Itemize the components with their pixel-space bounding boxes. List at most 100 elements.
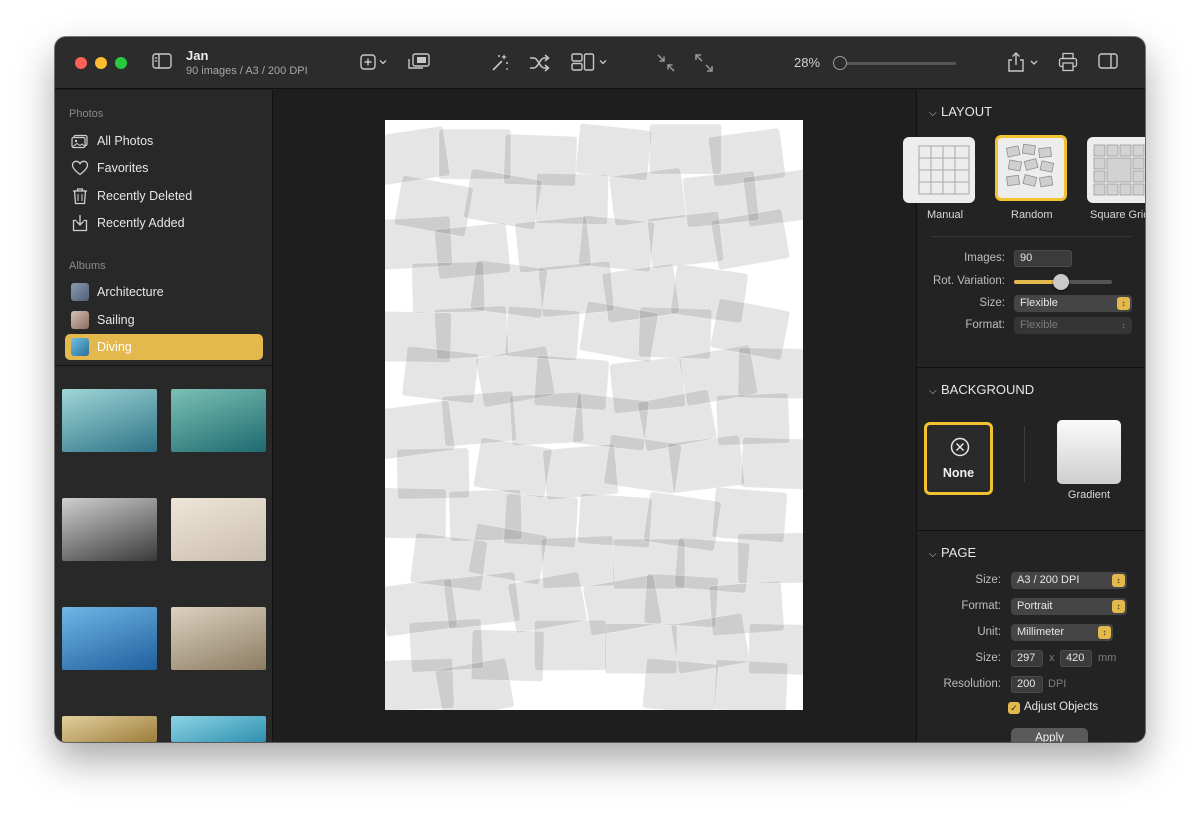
sidebar-item-recently-added[interactable]: Recently Added [65, 210, 263, 236]
collage-tile[interactable] [385, 487, 447, 539]
sidebar-item-diving[interactable]: Diving [65, 334, 263, 360]
collage-tile[interactable] [534, 620, 607, 671]
section-divider [917, 530, 1145, 531]
album-thumbnail-icon [71, 338, 89, 356]
page-heading: PAGE [941, 545, 977, 560]
collage-tile[interactable] [638, 306, 712, 360]
photo-thumbnail[interactable] [171, 498, 266, 561]
collage-tile[interactable] [473, 437, 552, 498]
collage-artwork[interactable] [385, 120, 803, 710]
expand-icon[interactable] [694, 53, 714, 73]
sidebar-item-label: Architecture [97, 285, 164, 299]
size-popup[interactable]: Flexible ↕ [1014, 295, 1132, 312]
photos-section-heading: Photos [69, 108, 104, 120]
photo-thumbnail[interactable] [62, 607, 157, 670]
popup-arrows-icon: ↕ [1112, 600, 1125, 613]
format-popup-value: Flexible [1020, 319, 1058, 331]
sidebar-item-favorites[interactable]: Favorites [65, 155, 263, 181]
adjust-objects-label: Adjust Objects [1024, 701, 1099, 713]
arrange-layout-icon[interactable] [571, 53, 609, 71]
shrink-icon[interactable] [656, 53, 676, 73]
collage-tile[interactable] [575, 123, 652, 181]
background-gradient-option[interactable] [1057, 420, 1121, 484]
apply-button[interactable]: Apply [1011, 728, 1088, 742]
chevron-down-icon: ⌵ [929, 549, 937, 560]
sidebar-item-architecture[interactable]: Architecture [65, 279, 263, 305]
unit-value: Millimeter [1017, 626, 1065, 638]
inspector-toggle-icon[interactable] [1098, 53, 1118, 69]
popup-arrows-icon: ↕ [1121, 321, 1126, 330]
page-format-value: Portrait [1017, 600, 1053, 612]
sidebar-item-label: Recently Added [97, 216, 185, 230]
rotation-variation-label: Rot. Variation: [932, 275, 1005, 287]
background-heading: BACKGROUND [941, 382, 1035, 397]
zoom-window-button[interactable] [115, 57, 127, 69]
images-label: Images: [964, 252, 1005, 264]
random-layout-icon [1005, 143, 1055, 188]
page-section-header[interactable]: ⌵ PAGE [929, 545, 976, 560]
zoom-slider-knob[interactable] [832, 56, 847, 70]
share-icon[interactable] [1007, 52, 1039, 72]
photo-thumbnail[interactable] [62, 498, 157, 561]
adjust-objects-checkbox[interactable]: ✓ [1008, 702, 1020, 714]
collage-tile[interactable] [737, 347, 803, 399]
heart-icon [71, 159, 89, 177]
collage-tile[interactable] [741, 437, 803, 490]
minimize-window-button[interactable] [95, 57, 107, 69]
magic-wand-icon[interactable] [490, 53, 510, 73]
photo-thumbnail[interactable] [62, 716, 157, 742]
layout-divider [931, 236, 1131, 237]
layout-option-random[interactable] [995, 135, 1067, 201]
zoom-percentage: 28% [794, 55, 821, 70]
photo-thumbnail[interactable] [171, 607, 266, 670]
page-size-popup[interactable]: A3 / 200 DPI ↕ [1011, 572, 1127, 589]
format-popup[interactable]: Flexible ↕ [1014, 317, 1132, 334]
sidebar-item-sailing[interactable]: Sailing [65, 307, 263, 333]
sidebar-item-label: Recently Deleted [97, 189, 193, 203]
photo-thumbnail[interactable] [171, 389, 266, 452]
photo-thumbnail[interactable] [171, 716, 266, 742]
print-icon[interactable] [1058, 52, 1078, 72]
images-count-field[interactable]: 90 [1014, 250, 1072, 267]
sidebar-item-recently-deleted[interactable]: Recently Deleted [65, 183, 263, 209]
sidebar-item-label: All Photos [97, 134, 154, 148]
canvas-area[interactable] [274, 90, 916, 742]
layout-option-label: Square Grid [1090, 209, 1145, 221]
page-dimensions-label: Size: [975, 652, 1001, 664]
sidebar-item-all-photos[interactable]: All Photos [65, 128, 263, 154]
rotation-slider-knob[interactable] [1053, 274, 1070, 290]
collage-page[interactable] [385, 120, 803, 710]
add-menu-button[interactable] [360, 54, 388, 70]
unit-label: Unit: [977, 626, 1001, 638]
collage-tile[interactable] [642, 658, 719, 710]
sidebar-toggle-icon[interactable] [152, 53, 172, 69]
albums-section-heading: Albums [69, 260, 106, 272]
collage-tile[interactable] [647, 211, 724, 269]
resolution-field[interactable]: 200 [1011, 676, 1043, 693]
layout-option-manual[interactable] [903, 137, 975, 203]
photo-thumbnail[interactable] [62, 389, 157, 452]
background-section-header[interactable]: ⌵ BACKGROUND [929, 382, 1034, 397]
unit-popup[interactable]: Millimeter ↕ [1011, 624, 1113, 641]
page-size-label: Size: [975, 574, 1001, 586]
zoom-slider-track[interactable] [836, 62, 956, 65]
background-none-label: None [942, 466, 975, 480]
page-height-field[interactable]: 420 [1060, 650, 1092, 667]
layout-option-square-grid[interactable] [1087, 137, 1145, 203]
popup-arrows-icon: ↕ [1117, 297, 1130, 310]
collage-tile[interactable] [713, 659, 788, 710]
close-window-button[interactable] [75, 57, 87, 69]
layout-section-header[interactable]: ⌵ LAYOUT [929, 104, 992, 119]
app-window: Jan 90 images / A3 / 200 DPI 28% Photos … [55, 37, 1145, 742]
resolution-label: Resolution: [943, 678, 1001, 690]
background-none-option[interactable]: None [924, 422, 993, 495]
page-format-popup[interactable]: Portrait ↕ [1011, 598, 1127, 615]
slideshow-icon[interactable] [407, 53, 431, 71]
shuffle-icon[interactable] [529, 54, 551, 72]
layout-option-label: Random [1011, 209, 1053, 221]
page-width-field[interactable]: 297 [1011, 650, 1043, 667]
inspector-panel: ⌵ LAYOUT Manual Random Square Grid Images… [903, 90, 1145, 742]
sidebar-item-label: Diving [97, 340, 132, 354]
collage-tile[interactable] [441, 391, 517, 447]
close-circle-icon [950, 437, 970, 457]
